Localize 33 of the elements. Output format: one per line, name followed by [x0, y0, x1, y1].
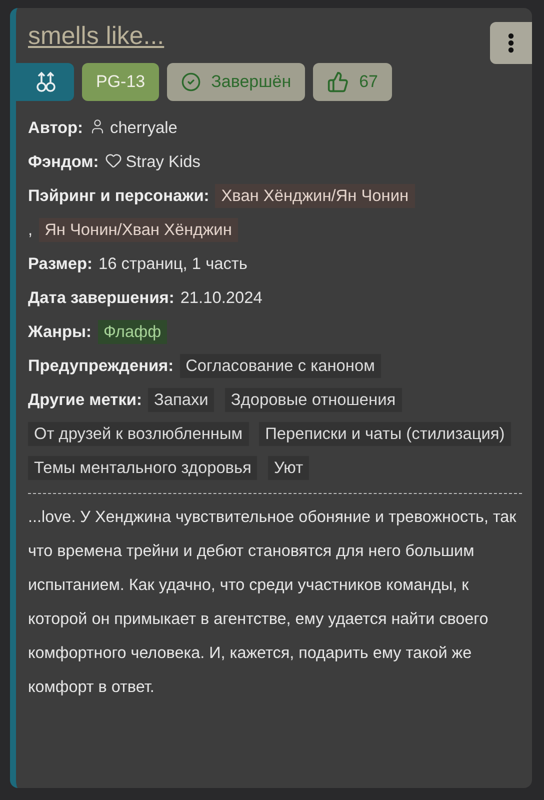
tag-link[interactable]: От друзей к возлюбленным: [28, 422, 249, 446]
comma-separator: ,: [28, 221, 33, 239]
male-male-icon: [34, 70, 58, 94]
tag-link[interactable]: Темы ментального здоровья: [28, 456, 258, 480]
tag-link[interactable]: Здоровые отношения: [224, 388, 402, 412]
field-label: Фэндом:: [28, 153, 99, 171]
heart-icon: [104, 152, 122, 169]
tag-link[interactable]: Ян Чонин/Хван Хёнджин: [38, 218, 238, 242]
field-label: Другие метки:: [28, 391, 142, 409]
thumbs-up-icon: [327, 71, 350, 93]
field-label: Дата завершения:: [28, 289, 174, 307]
tag-link[interactable]: Запахи: [148, 388, 214, 412]
field-label: Предупреждения:: [28, 357, 174, 375]
tag-link[interactable]: Флафф: [98, 320, 168, 344]
fanfic-title-link[interactable]: smells like...: [28, 22, 164, 51]
description-text: ...love. У Хенджина чувствительное обоняние и тревожность, так что времена трейни и дебют становятся для него большим испытанием. Как удачно, что среди участников команды, к которой он примыкает в агентстве, ему удается найти своего комфортного человека. И, кажется, подарить ему такой же комфорт в ответ.: [28, 507, 518, 698]
fandom-link[interactable]: Stray Kids: [126, 153, 200, 171]
tag-link[interactable]: Хван Хёнджин/Ян Чонин: [215, 184, 415, 208]
author-link[interactable]: cherryale: [110, 119, 178, 137]
field-label: Пэйринг и персонажи:: [28, 187, 210, 205]
field-value: 16 страниц, 1 часть: [98, 255, 248, 273]
field-label: Размер:: [28, 255, 92, 273]
user-icon: [89, 118, 106, 135]
check-circle-icon: [181, 72, 202, 92]
field-label: Жанры:: [28, 323, 92, 341]
tag-link[interactable]: Согласование с каноном: [180, 354, 381, 378]
tag-link[interactable]: Уют: [268, 456, 310, 480]
tag-link[interactable]: Переписки и чаты (стилизация): [259, 422, 511, 446]
direction-badge[interactable]: [16, 63, 74, 101]
menu-icon: [508, 33, 514, 53]
field-value: 21.10.2024: [180, 289, 262, 307]
more-menu-button[interactable]: [490, 22, 532, 64]
field-label: Автор:: [28, 119, 83, 137]
